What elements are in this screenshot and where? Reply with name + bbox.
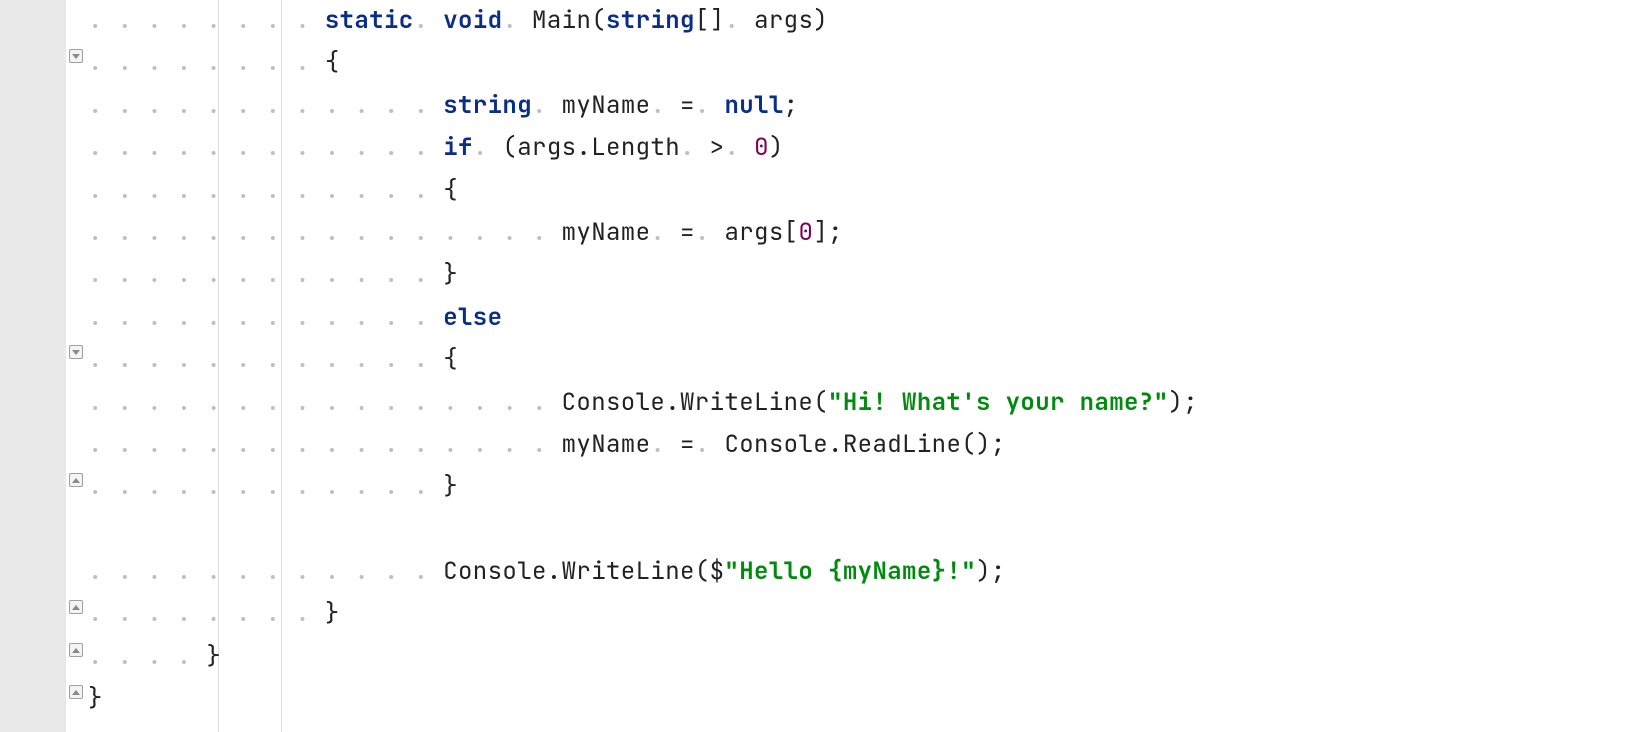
string-literal: Hello (739, 556, 828, 587)
variable: myName (562, 429, 651, 460)
keyword-else: else (443, 302, 502, 333)
code-line[interactable]: . . . . } (88, 636, 1632, 678)
keyword-null: null (724, 90, 783, 121)
gutter (0, 0, 66, 732)
close-brace: } (88, 683, 103, 714)
code-line[interactable]: . . . . . . . . } (88, 593, 1632, 635)
close-brace: } (325, 598, 340, 629)
fold-end-icon[interactable] (69, 643, 83, 657)
fold-end-icon[interactable] (69, 600, 83, 614)
code-line[interactable]: . . . . . . . . . . . . string. myName. … (88, 85, 1632, 127)
method-call: Console.WriteLine($ (443, 556, 724, 587)
parameter: args) (754, 5, 828, 36)
method-call: Console.WriteLine( (562, 387, 828, 418)
fold-end-icon[interactable] (69, 685, 83, 699)
code-line[interactable]: } (88, 678, 1632, 720)
keyword-string: string (606, 5, 695, 36)
interpolated-var: myName (843, 556, 932, 587)
fold-margin (66, 0, 88, 732)
keyword-void: void (443, 5, 502, 36)
code-line[interactable] (88, 509, 1632, 551)
open-brace: { (443, 175, 458, 206)
code-editor: . . . . . . . . static. void. Main(strin… (0, 0, 1632, 732)
close-brace: } (206, 641, 221, 672)
fold-end-icon[interactable] (69, 473, 83, 487)
open-brace: { (443, 344, 458, 375)
keyword-if: if (443, 132, 473, 163)
code-line[interactable]: . . . . . . . . static. void. Main(strin… (88, 0, 1632, 42)
code-area[interactable]: . . . . . . . . static. void. Main(strin… (88, 0, 1632, 732)
open-brace: { (325, 47, 340, 78)
code-line[interactable]: . . . . . . . . . . . . } (88, 254, 1632, 296)
code-line[interactable]: . . . . . . . . . . . . . . . . Console.… (88, 382, 1632, 424)
code-line[interactable]: . . . . . . . . . . . . . . . . myName. … (88, 212, 1632, 254)
code-line[interactable]: . . . . . . . . . . . . else (88, 297, 1632, 339)
code-line[interactable]: . . . . . . . . { (88, 42, 1632, 84)
number-literal: 0 (754, 132, 769, 163)
method-call: Console.ReadLine(); (724, 429, 1005, 460)
variable: myName (562, 90, 651, 121)
method-name: Main( (532, 5, 606, 36)
code-line[interactable]: . . . . . . . . . . . . Console.WriteLin… (88, 551, 1632, 593)
keyword-static: static (325, 5, 414, 36)
close-brace: } (443, 259, 458, 290)
code-line[interactable]: . . . . . . . . . . . . . . . . myName. … (88, 424, 1632, 466)
close-brace: } (443, 471, 458, 502)
variable: myName (562, 217, 651, 248)
keyword-string: string (443, 90, 532, 121)
code-line[interactable]: . . . . . . . . . . . . { (88, 339, 1632, 381)
string-literal: "Hi! What's your name?" (828, 387, 1168, 418)
code-line[interactable]: . . . . . . . . . . . . { (88, 170, 1632, 212)
code-line[interactable]: . . . . . . . . . . . . } (88, 466, 1632, 508)
number-literal: 0 (798, 217, 813, 248)
fold-toggle-icon[interactable] (69, 49, 83, 63)
fold-toggle-icon[interactable] (69, 345, 83, 359)
code-line[interactable]: . . . . . . . . . . . . if. (args.Length… (88, 127, 1632, 169)
whitespace-dots: . . . . . . . . (88, 5, 325, 36)
